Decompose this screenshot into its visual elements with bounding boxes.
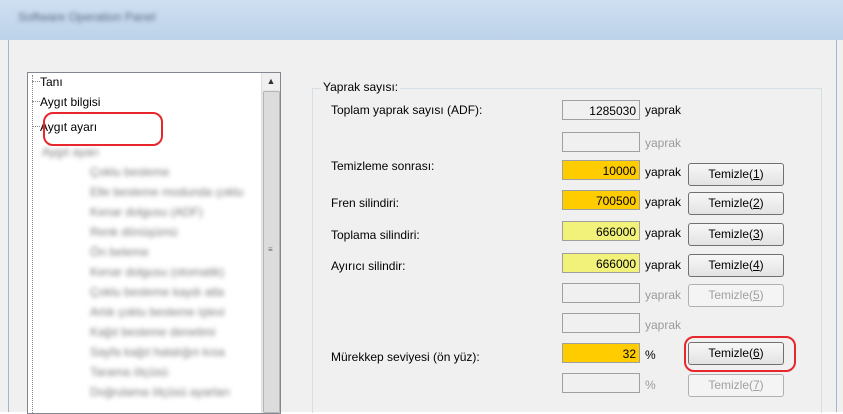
total-sheets-value: 1285030 bbox=[562, 100, 640, 120]
unit-label: yaprak bbox=[645, 103, 682, 117]
tree-item-label: Kenar dolgusu (ADF) bbox=[90, 205, 203, 219]
ink-level-front-value: 32 bbox=[562, 343, 640, 363]
tree-item-label: Sayfa kağıt hatalığın kısa bbox=[90, 345, 225, 359]
scrollbar-grip-icon: ≡ bbox=[268, 245, 273, 254]
unit-label: yaprak bbox=[645, 165, 682, 179]
tree-item-label: Artık çoklu besleme işlevi bbox=[90, 305, 225, 319]
brake-roller-label: Fren silindiri: bbox=[331, 196, 400, 210]
clear-button-7[interactable]: Temizle(7) bbox=[688, 374, 784, 397]
unit-label: yaprak bbox=[645, 288, 682, 302]
window-title: Software Operation Panel bbox=[18, 10, 156, 24]
tree-item-label: Kenar dolgusu (otomatik) bbox=[90, 265, 225, 279]
empty-counter-field bbox=[562, 373, 640, 393]
tree-item-label: Kağıt besleme denetimi bbox=[90, 325, 216, 339]
tree-item-label: Tanı bbox=[40, 75, 63, 89]
unit-label: yaprak bbox=[645, 226, 682, 240]
after-cleaning-value: 10000 bbox=[562, 160, 640, 180]
unit-label: yaprak bbox=[645, 136, 682, 150]
separator-roller-label: Ayırıcı silindir: bbox=[331, 259, 406, 273]
scroll-up-arrow-icon[interactable]: ▲ bbox=[262, 73, 280, 90]
tree-item-label: Elle besleme modunda çoklu bbox=[90, 185, 244, 199]
total-sheets-label: Toplam yaprak sayısı (ADF): bbox=[331, 103, 483, 117]
tree-item-label: Aygıt bilgisi bbox=[40, 95, 101, 109]
empty-counter-field bbox=[562, 132, 640, 152]
clear-button-5[interactable]: Temizle(5) bbox=[688, 284, 784, 307]
tree-item-label: Çoklu besleme bbox=[90, 165, 170, 179]
tree-item-label: Çoklu besleme kaydı atla bbox=[90, 285, 225, 299]
unit-label: % bbox=[645, 378, 656, 392]
tree-item-label: Ön beleme bbox=[90, 245, 149, 259]
ink-level-front-label: Mürekkep seviyesi (ön yüz): bbox=[331, 350, 480, 364]
clear-button-3[interactable]: Temizle(3) bbox=[688, 223, 784, 246]
empty-counter-field bbox=[562, 283, 640, 303]
highlight-aygit-ayari bbox=[43, 112, 163, 146]
clear-button-1[interactable]: Temizle(1) bbox=[688, 163, 784, 186]
separator-roller-value: 666000 bbox=[562, 253, 640, 273]
pick-roller-label: Toplama silindiri: bbox=[331, 228, 420, 242]
groupbox-title: Yaprak sayısı: bbox=[321, 80, 401, 94]
unit-label: yaprak bbox=[645, 258, 682, 272]
unit-label: % bbox=[645, 348, 656, 362]
brake-roller-value: 700500 bbox=[562, 190, 640, 210]
tree-item-label: Renk dönüşümü bbox=[90, 225, 178, 239]
empty-counter-field bbox=[562, 313, 640, 333]
clear-button-4[interactable]: Temizle(4) bbox=[688, 254, 784, 277]
scrollbar-thumb[interactable]: ≡ bbox=[263, 91, 280, 413]
tree-item-label: Tarama ölçüsü bbox=[90, 365, 169, 379]
unit-label: yaprak bbox=[645, 195, 682, 209]
pick-roller-value: 666000 bbox=[562, 221, 640, 241]
highlight-clear-button-6 bbox=[684, 336, 796, 372]
tree-item-label: Doğrulama ölçüsü ayarları bbox=[90, 385, 231, 399]
clear-button-2[interactable]: Temizle(2) bbox=[688, 192, 784, 215]
tree-vertical-scrollbar[interactable]: ▲ ≡ bbox=[261, 73, 280, 413]
unit-label: yaprak bbox=[645, 318, 682, 332]
after-cleaning-label: Temizleme sonrası: bbox=[331, 159, 435, 173]
title-bar[interactable]: Software Operation Panel bbox=[0, 0, 843, 40]
